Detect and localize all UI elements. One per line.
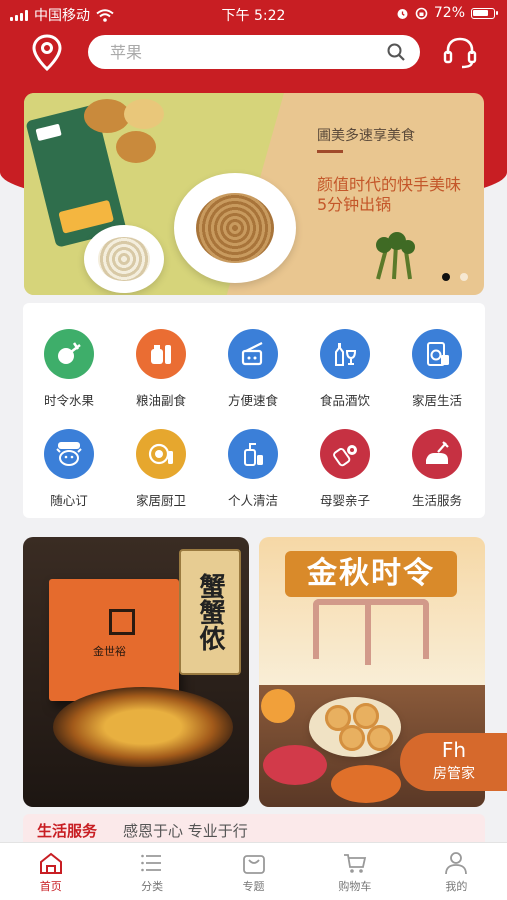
category-item[interactable]: 粮油副食 xyxy=(115,329,207,409)
battery-icon xyxy=(471,7,498,19)
tab-category[interactable]: 分类 xyxy=(101,843,202,900)
brand-name: 金世裕 xyxy=(93,645,126,658)
brand-logo-icon xyxy=(109,609,135,635)
instant-food-icon xyxy=(228,329,278,379)
carousel-dot-1[interactable] xyxy=(442,273,450,281)
pomegranate-image xyxy=(263,745,327,785)
category-label: 方便速食 xyxy=(227,393,278,408)
category-item[interactable]: 时令水果 xyxy=(23,329,115,409)
tab-label: 购物车 xyxy=(338,880,372,893)
carousel-indicator[interactable] xyxy=(442,273,468,281)
category-item[interactable]: 生活服务 xyxy=(391,429,483,509)
subscribe-icon xyxy=(44,429,94,479)
search-icon[interactable] xyxy=(386,42,406,62)
rotation-lock-icon xyxy=(415,7,428,19)
grain-oil-icon xyxy=(136,329,186,379)
topic-bag-icon xyxy=(242,855,265,874)
category-label: 家居生活 xyxy=(411,393,462,408)
category-item[interactable]: 个人清洁 xyxy=(207,429,299,509)
category-item[interactable]: 母婴亲子 xyxy=(299,429,391,509)
battery-percent: 72% xyxy=(433,5,465,21)
life-service-subtitle: 感恩于心 专业于行 xyxy=(123,822,248,840)
baby-bottle-icon xyxy=(320,429,370,479)
home-icon xyxy=(39,852,62,874)
life-service-icon xyxy=(412,429,462,479)
autumn-promo-title: 金秋时令 xyxy=(285,551,457,597)
crab-promo-title: 蟹蟹侬 xyxy=(179,549,241,675)
category-item[interactable]: 家居厨卫 xyxy=(115,429,207,509)
crab-dish-image xyxy=(53,687,233,767)
carousel-dot-2[interactable] xyxy=(460,273,468,281)
tab-home[interactable]: 首页 xyxy=(0,843,101,900)
category-item[interactable]: 方便速食 xyxy=(207,329,299,409)
tab-label: 首页 xyxy=(39,880,62,893)
housekeeper-button[interactable]: Fh 房管家 xyxy=(400,733,507,791)
pasta-plate-image xyxy=(174,173,296,283)
banner-title: 圃美多速享美食 xyxy=(317,128,415,144)
search-input[interactable] xyxy=(88,35,348,69)
category-label: 家居厨卫 xyxy=(135,493,186,508)
category-label: 时令水果 xyxy=(43,393,94,408)
bottom-tab-bar: 首页 分类 专题 购物车 我的 xyxy=(0,842,507,900)
category-label: 个人清洁 xyxy=(227,493,278,508)
tab-label: 我的 xyxy=(445,880,468,893)
category-label: 随心订 xyxy=(50,493,88,508)
category-grid: 时令水果 粮油副食 方便速食 食品酒饮 家居生活 随心订 家居厨卫 个人清洁 母… xyxy=(23,303,485,518)
search-bar[interactable] xyxy=(88,35,420,69)
promo-banner[interactable]: 圃美多速享美食 颜值时代的快手美味 5分钟出锅 xyxy=(24,93,484,295)
gift-box-image: 金世裕 xyxy=(49,579,179,701)
noodle-bowl-image xyxy=(84,225,164,293)
wine-icon xyxy=(320,329,370,379)
customer-service-icon[interactable] xyxy=(441,34,479,72)
broccoli-image xyxy=(376,232,415,280)
crab-image xyxy=(331,765,401,803)
tab-topic[interactable]: 专题 xyxy=(203,843,304,900)
housekeeper-logo-icon: Fh xyxy=(441,738,467,762)
profile-icon xyxy=(445,852,468,875)
category-icon xyxy=(141,854,162,872)
life-service-section[interactable]: 生活服务 感恩于心 专业于行 xyxy=(23,814,485,844)
housekeeper-label: 房管家 xyxy=(433,766,475,782)
tab-profile[interactable]: 我的 xyxy=(406,843,507,900)
tab-cart[interactable]: 购物车 xyxy=(304,843,405,900)
category-label: 粮油副食 xyxy=(135,393,186,408)
category-label: 食品酒饮 xyxy=(319,393,370,408)
window-frame-image xyxy=(313,599,429,665)
cart-icon xyxy=(343,854,367,873)
home-appliance-icon xyxy=(412,329,462,379)
category-item[interactable]: 食品酒饮 xyxy=(299,329,391,409)
banner-line-1: 颜值时代的快手美味 xyxy=(317,175,462,194)
kitchen-icon xyxy=(136,429,186,479)
location-icon[interactable] xyxy=(30,34,64,72)
life-service-title: 生活服务 xyxy=(37,822,98,840)
status-bar: 中国移动 下午 5:22 72% xyxy=(0,0,507,26)
tab-label: 专题 xyxy=(242,880,265,893)
bread-image xyxy=(84,99,130,133)
category-item[interactable]: 随心订 xyxy=(23,429,115,509)
crab-promo-title-text: 蟹蟹侬 xyxy=(195,573,225,651)
fruit-icon xyxy=(44,329,94,379)
personal-care-icon xyxy=(228,429,278,479)
tab-label: 分类 xyxy=(141,880,164,893)
category-item[interactable]: 家居生活 xyxy=(391,329,483,409)
alarm-icon xyxy=(397,8,408,19)
banner-line-2: 5分钟出锅 xyxy=(317,195,392,214)
category-label: 生活服务 xyxy=(411,493,462,508)
crab-promo-card[interactable]: 金世裕 蟹蟹侬 xyxy=(23,537,249,807)
category-label: 母婴亲子 xyxy=(319,493,370,508)
